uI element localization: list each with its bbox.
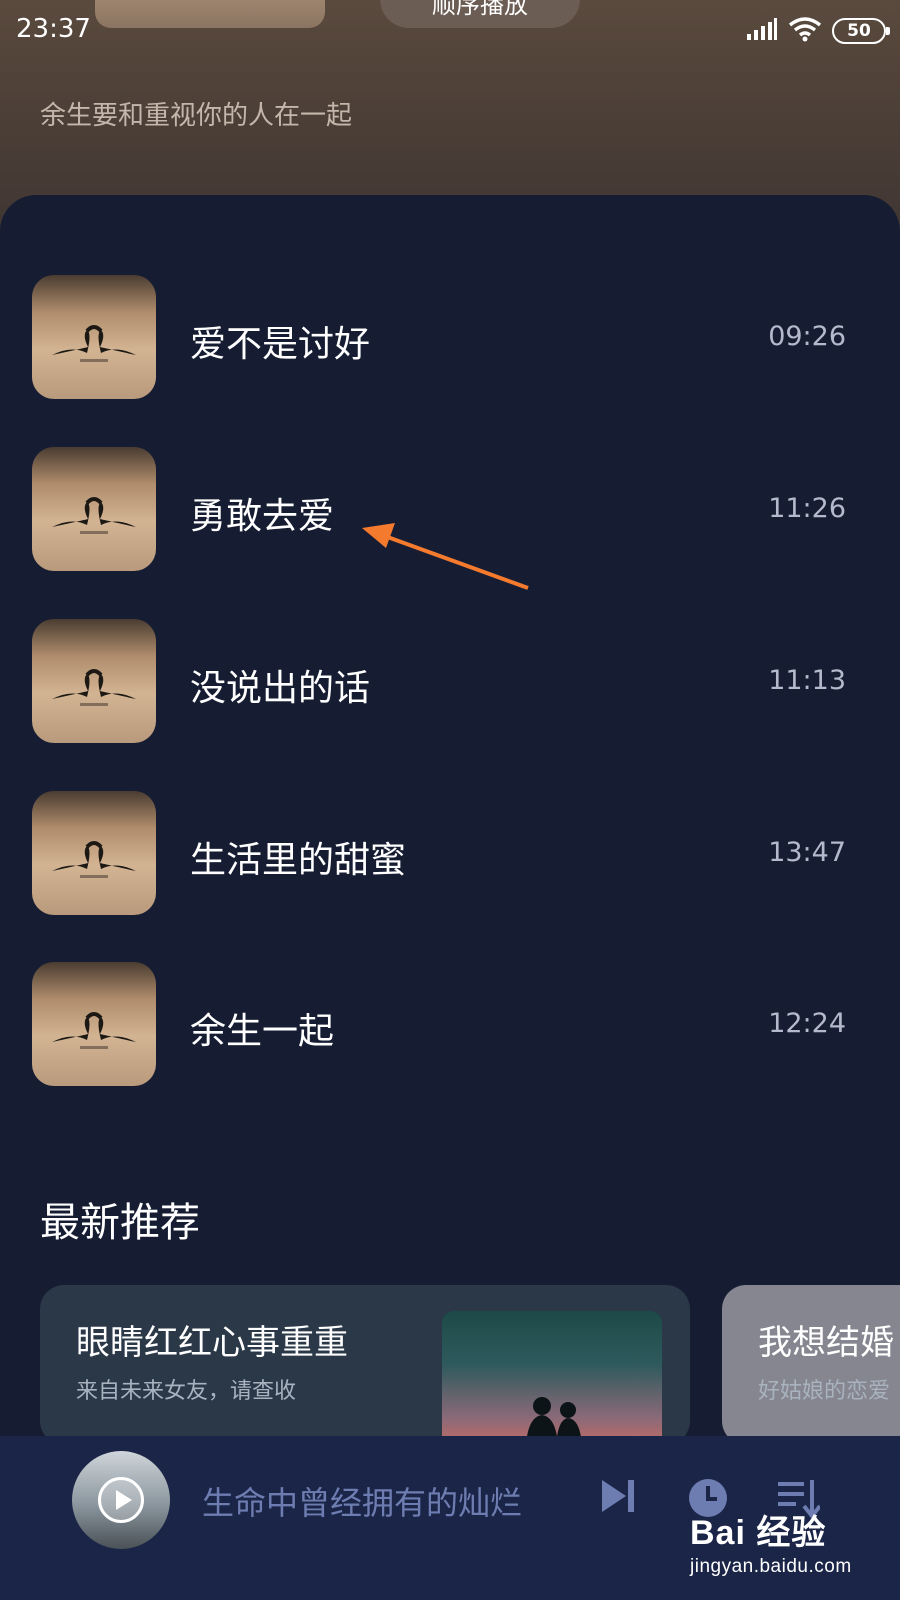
- track-thumbnail: [32, 791, 156, 915]
- track-duration: 09:26: [768, 321, 846, 352]
- section-title-recommend: 最新推荐: [40, 1200, 200, 1246]
- track-thumbnail: [32, 447, 156, 571]
- track-duration: 13:47: [768, 837, 846, 868]
- recommend-card-title: 眼睛红红心事重重: [76, 1323, 348, 1363]
- track-row[interactable]: 余生一起 12:24: [0, 962, 900, 1092]
- swan-image: [52, 497, 136, 534]
- couple-silhouette: [526, 1397, 582, 1445]
- watermark-url: jingyan.baidu.com: [690, 1556, 852, 1577]
- track-thumbnail: [32, 619, 156, 743]
- track-row[interactable]: 爱不是讨好 09:26: [0, 275, 900, 405]
- track-title: 没说出的话: [190, 668, 371, 709]
- track-title: 余生一起: [190, 1011, 335, 1052]
- swan-image: [52, 669, 136, 706]
- album-cover-partial: [95, 0, 325, 28]
- playlist-subtitle: 余生要和重视你的人在一起: [40, 101, 353, 131]
- track-duration: 11:26: [768, 493, 846, 524]
- recommend-card[interactable]: 我想结婚 好姑娘的恋爱: [722, 1285, 900, 1445]
- recommend-card-subtitle: 好姑娘的恋爱: [758, 1379, 891, 1404]
- watermark-brand: Bai 经验: [690, 1514, 827, 1552]
- play-order-button[interactable]: 顺序播放: [380, 0, 580, 28]
- recommend-card-title: 我想结婚: [758, 1323, 894, 1363]
- swan-image: [52, 1012, 136, 1049]
- player-cover[interactable]: [72, 1451, 170, 1549]
- swan-image: [52, 841, 136, 878]
- track-row[interactable]: 勇敢去爱 11:26: [0, 447, 900, 577]
- track-title: 勇敢去爱: [190, 496, 335, 537]
- swan-image: [52, 325, 136, 362]
- status-icons: 50: [746, 16, 890, 46]
- battery-icon: 50: [832, 18, 890, 44]
- status-time: 23:37: [16, 14, 91, 44]
- now-playing-title[interactable]: 生命中曾经拥有的灿烂: [202, 1478, 522, 1524]
- wifi-icon: [788, 16, 822, 46]
- track-duration: 11:13: [768, 665, 846, 696]
- baidu-jingyan-watermark: Bai 经验 jingyan.baidu.com: [690, 1505, 852, 1578]
- recommend-card-subtitle: 来自未来女友，请查收: [76, 1379, 297, 1404]
- recommend-card-image: [442, 1311, 662, 1445]
- recommend-card[interactable]: 眼睛红红心事重重 来自未来女友，请查收: [40, 1285, 690, 1445]
- next-icon[interactable]: [598, 1476, 638, 1520]
- track-title: 爱不是讨好: [190, 324, 371, 365]
- track-thumbnail: [32, 962, 156, 1086]
- track-row[interactable]: 生活里的甜蜜 13:47: [0, 791, 900, 921]
- play-icon[interactable]: [98, 1477, 144, 1523]
- track-thumbnail: [32, 275, 156, 399]
- signal-icon: [746, 17, 778, 45]
- track-title: 生活里的甜蜜: [190, 840, 407, 881]
- track-row[interactable]: 没说出的话 11:13: [0, 619, 900, 749]
- track-duration: 12:24: [768, 1008, 846, 1039]
